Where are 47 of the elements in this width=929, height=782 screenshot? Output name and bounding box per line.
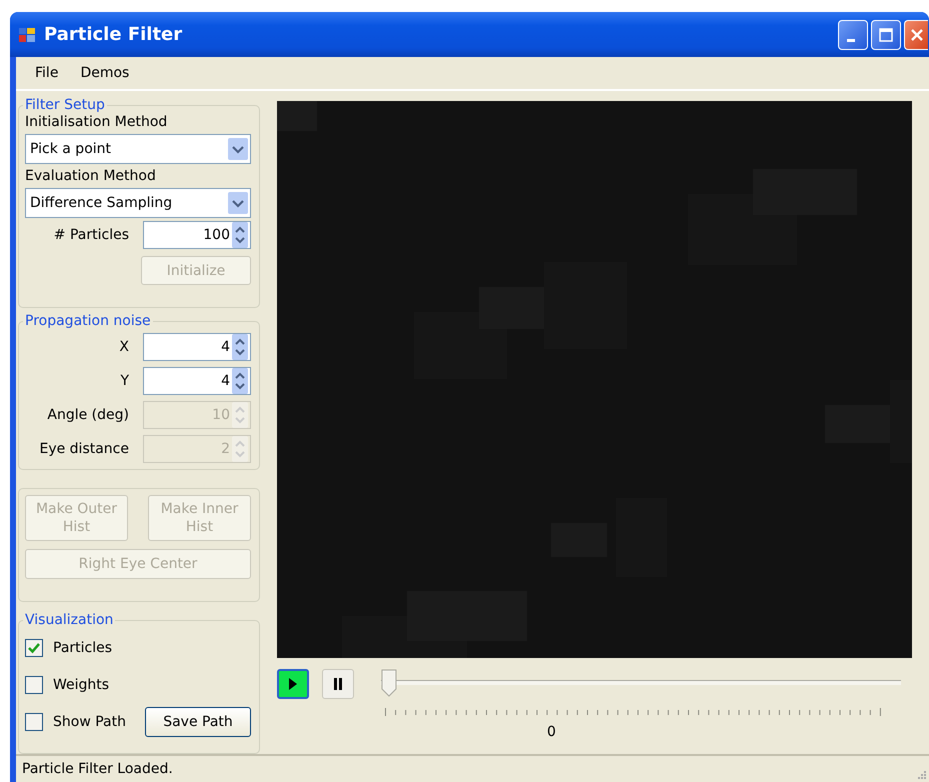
group-title: Propagation noise: [24, 313, 152, 330]
menu-item[interactable]: File: [24, 65, 70, 81]
field-label: Y: [119, 373, 130, 390]
field-label: Evaluation Method: [25, 167, 157, 185]
play-icon: [288, 678, 298, 690]
dropdown[interactable]: Difference Sampling: [25, 188, 251, 218]
minimize-button[interactable]: [838, 20, 868, 50]
field-label: Eye distance: [38, 441, 130, 458]
group-title: Visualization: [24, 612, 114, 628]
caret-icon: [228, 138, 248, 160]
spin-arrows-icon: [232, 222, 248, 248]
close-icon: [910, 28, 924, 42]
checkbox[interactable]: [25, 639, 43, 658]
field-label: Initialisation Method: [25, 113, 168, 131]
maximize-icon: [879, 28, 893, 42]
app-icon: [18, 26, 36, 44]
menu-item[interactable]: Demos: [69, 65, 140, 81]
dropdown[interactable]: Pick a point: [25, 134, 251, 164]
number-field[interactable]: 100: [143, 221, 251, 249]
frame-number: 0: [547, 724, 556, 740]
pause-icon: [333, 678, 343, 690]
window-title: Particle Filter: [44, 24, 184, 45]
group-title: Filter Setup: [24, 97, 106, 113]
spin-arrows-icon: [232, 402, 248, 428]
field-label: # Particles: [52, 227, 130, 243]
checkbox-label: Particles: [53, 640, 112, 656]
caret-icon: [228, 192, 248, 214]
close-button[interactable]: [904, 20, 928, 50]
slider-thumb[interactable]: [381, 669, 397, 697]
checkbox-label: Show Path: [53, 714, 126, 730]
number-field[interactable]: 4: [143, 333, 251, 362]
play-button[interactable]: [277, 669, 309, 699]
save-path-button[interactable]: Save Path: [145, 707, 251, 738]
spin-arrows-icon: [232, 436, 248, 462]
checkbox[interactable]: [25, 676, 43, 694]
maximize-button[interactable]: [871, 20, 901, 50]
pause-button[interactable]: [322, 669, 354, 699]
checkbox[interactable]: [25, 713, 43, 732]
minimize-icon: [847, 39, 855, 42]
spin-arrows-icon: [232, 334, 248, 360]
resize-grip-icon: [917, 770, 927, 780]
field-label: Angle (deg): [46, 407, 130, 424]
number-field[interactable]: 4: [143, 367, 251, 396]
checkbox-label: Weights: [53, 677, 110, 694]
field-label: X: [118, 339, 130, 356]
spin-arrows-icon: [232, 368, 248, 394]
status-text: Particle Filter Loaded.: [22, 761, 174, 777]
